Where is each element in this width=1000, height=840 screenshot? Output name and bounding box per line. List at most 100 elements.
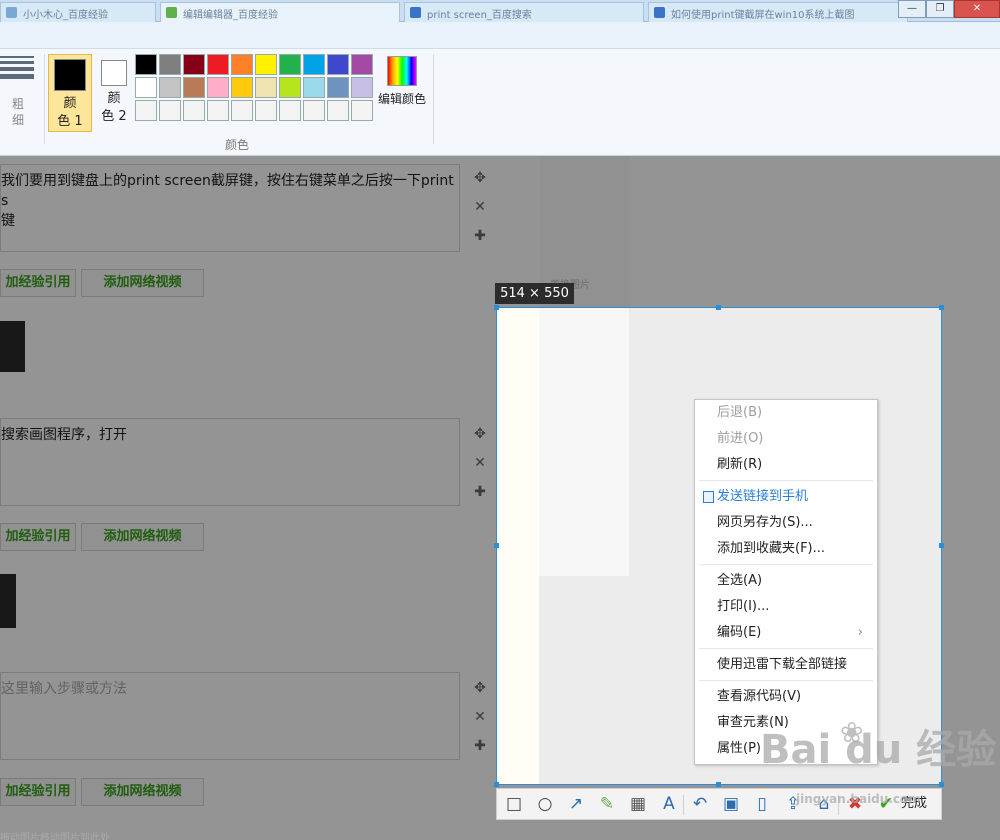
phone-icon[interactable]: ▯ xyxy=(751,793,773,815)
ribbon-separator xyxy=(433,54,434,144)
send-to-phone-icon xyxy=(703,491,714,503)
menu-item[interactable]: 全选(A) xyxy=(695,568,877,594)
ribbon-separator xyxy=(44,54,45,144)
edit-colors-button[interactable]: 编辑颜色 xyxy=(374,54,430,107)
menu-item[interactable]: 编码(E) › xyxy=(695,620,877,646)
palette-swatch[interactable] xyxy=(327,100,349,121)
menu-separator xyxy=(699,480,873,481)
menu-item-label: 打印(I)... xyxy=(717,599,770,614)
ellipse-tool-icon[interactable]: ○ xyxy=(534,793,556,815)
browser-tab-active[interactable]: 编辑编辑器_百度经验 xyxy=(160,2,400,22)
resize-handle[interactable] xyxy=(716,782,721,787)
resize-handle[interactable] xyxy=(494,305,499,310)
palette-swatch[interactable] xyxy=(135,100,157,121)
mosaic-tool-icon[interactable]: ▦ xyxy=(627,793,649,815)
menu-item-label: 发送链接到手机 xyxy=(717,489,809,504)
maximize-button[interactable]: ❐ xyxy=(926,0,954,18)
palette-swatch[interactable] xyxy=(183,54,205,75)
palette-swatch[interactable] xyxy=(135,77,157,98)
menu-item: 前进(O) xyxy=(695,426,877,452)
menu-item-label: 属性(P) xyxy=(717,741,761,756)
resize-handle[interactable] xyxy=(494,782,499,787)
colors-group-label: 颜色 xyxy=(225,138,250,152)
menu-item-label: 全选(A) xyxy=(717,573,763,588)
palette-swatch[interactable] xyxy=(279,54,301,75)
palette-swatch[interactable] xyxy=(255,54,277,75)
palette-swatch[interactable] xyxy=(231,100,253,121)
browser-tab[interactable]: 如何使用print键截屏在win10系统上截图 xyxy=(648,2,908,22)
color1-swatch xyxy=(54,59,86,91)
menu-item[interactable]: 添加到收藏夹(F)... xyxy=(695,536,877,562)
resize-handle[interactable] xyxy=(939,305,944,310)
rect-tool-icon[interactable]: □ xyxy=(503,793,525,815)
resize-handle[interactable] xyxy=(494,543,499,548)
menu-item-label: 查看源代码(V) xyxy=(717,689,802,704)
size-button[interactable]: 粗 细 xyxy=(0,56,38,127)
palette-swatch[interactable] xyxy=(159,77,181,98)
browser-tab[interactable]: 小小木心_百度经验 xyxy=(0,2,156,22)
line-size-icon xyxy=(0,56,38,79)
close-button[interactable]: ✕ xyxy=(954,0,1000,18)
palette-swatch[interactable] xyxy=(279,77,301,98)
menu-separator xyxy=(699,564,873,565)
palette-swatch[interactable] xyxy=(135,54,157,75)
palette-swatch[interactable] xyxy=(159,100,181,121)
selection-content-margin xyxy=(497,308,539,784)
paint-ribbon: 粗 细 颜 色 1 颜 色 2 编辑颜色 颜色 xyxy=(0,22,1000,156)
tab-favicon-icon xyxy=(654,7,665,18)
resize-handle[interactable] xyxy=(716,305,721,310)
color1-label: 颜 色 1 xyxy=(57,96,83,129)
palette-swatch[interactable] xyxy=(303,54,325,75)
palette-swatch[interactable] xyxy=(183,100,205,121)
menu-item[interactable]: 使用迅雷下载全部链接 xyxy=(695,652,877,678)
menu-item-label: 刷新(R) xyxy=(717,457,763,472)
context-menu: 后退(B) 前进(O) 刷新(R) 发送链接到手机网页另存为(S)... 添加到收藏夹(… xyxy=(694,399,878,765)
palette-swatch[interactable] xyxy=(327,77,349,98)
palette-swatch[interactable] xyxy=(303,77,325,98)
tab-favicon-icon xyxy=(410,7,421,18)
menu-item: 后退(B) xyxy=(695,400,877,426)
color-spectrum-icon xyxy=(387,56,417,86)
color1-button[interactable]: 颜 色 1 xyxy=(48,54,92,132)
tab-favicon-icon xyxy=(6,7,17,18)
menu-item[interactable]: 查看源代码(V) xyxy=(695,684,877,710)
palette-swatch[interactable] xyxy=(207,100,229,121)
undo-icon[interactable]: ↶ xyxy=(689,793,711,815)
palette-swatch[interactable] xyxy=(327,54,349,75)
browser-tab-strip: 小小木心_百度经验 编辑编辑器_百度经验 print screen_百度搜索 如… xyxy=(0,0,1000,22)
palette-swatch[interactable] xyxy=(183,77,205,98)
paw-icon: ❀ xyxy=(840,716,864,749)
resize-handle[interactable] xyxy=(939,782,944,787)
resize-handle[interactable] xyxy=(939,543,944,548)
palette-swatch[interactable] xyxy=(351,54,373,75)
palette-swatch[interactable] xyxy=(231,54,253,75)
menu-item[interactable]: 打印(I)... xyxy=(695,594,877,620)
palette-swatch[interactable] xyxy=(231,77,253,98)
menu-item[interactable]: 刷新(R) xyxy=(695,452,877,478)
palette-swatch[interactable] xyxy=(351,77,373,98)
save-icon[interactable]: ▣ xyxy=(720,793,742,815)
menu-item-label: 后退(B) xyxy=(717,405,763,420)
minimize-button[interactable]: — xyxy=(898,0,926,18)
palette-swatch[interactable] xyxy=(351,100,373,121)
text-tool-icon[interactable]: A xyxy=(658,793,680,815)
palette-swatch[interactable] xyxy=(255,100,277,121)
menu-item[interactable]: 网页另存为(S)... xyxy=(695,510,877,536)
menu-item[interactable]: 发送链接到手机 xyxy=(695,484,877,510)
palette-swatch[interactable] xyxy=(159,54,181,75)
chevron-right-icon: › xyxy=(857,625,863,640)
arrow-tool-icon[interactable]: ↗ xyxy=(565,793,587,815)
menu-item-label: 编码(E) xyxy=(717,625,762,640)
size-label: 粗 细 xyxy=(11,97,24,127)
palette-swatch[interactable] xyxy=(303,100,325,121)
palette-swatch[interactable] xyxy=(255,77,277,98)
color2-button[interactable]: 颜 色 2 xyxy=(92,54,136,132)
palette-swatch[interactable] xyxy=(207,77,229,98)
palette-swatch[interactable] xyxy=(279,100,301,121)
browser-tab[interactable]: print screen_百度搜索 xyxy=(404,2,644,22)
tab-favicon-icon xyxy=(166,7,177,18)
menu-separator xyxy=(699,648,873,649)
palette-swatch[interactable] xyxy=(207,54,229,75)
selection-size-label: 514 × 550 xyxy=(495,283,574,304)
pen-tool-icon[interactable]: ✎ xyxy=(596,793,618,815)
